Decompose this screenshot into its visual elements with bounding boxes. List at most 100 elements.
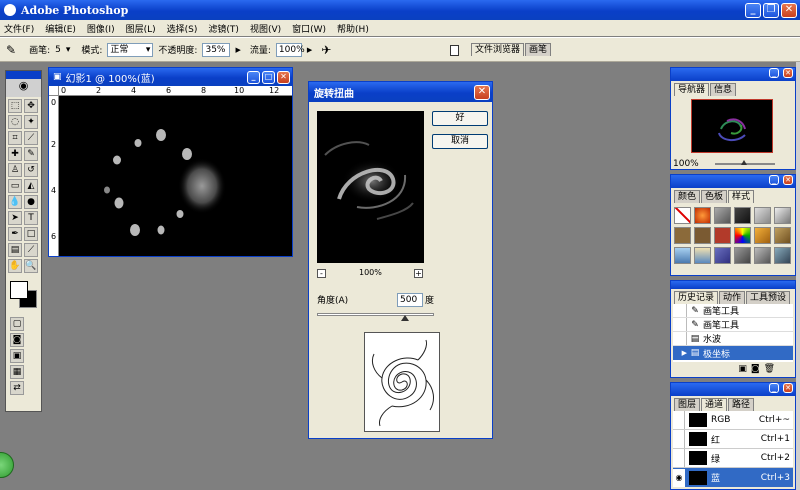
- menu-window[interactable]: 窗口(W): [292, 22, 326, 35]
- mode-select[interactable]: 正常 ▾: [107, 42, 154, 57]
- style-none[interactable]: [674, 207, 691, 224]
- healing-icon[interactable]: ✚: [8, 147, 22, 161]
- style-swatch[interactable]: [754, 247, 771, 264]
- style-swatch[interactable]: [774, 227, 791, 244]
- new-document-icon[interactable]: ▣: [738, 364, 747, 374]
- zoom-out-button[interactable]: -: [317, 269, 326, 278]
- crop-icon[interactable]: ⌗: [8, 131, 22, 145]
- standard-mode-icon[interactable]: ▢: [10, 317, 24, 331]
- list-item[interactable]: ✎ 画笔工具: [673, 304, 793, 318]
- eraser-icon[interactable]: ▭: [8, 179, 22, 193]
- angle-input[interactable]: 500: [397, 293, 423, 307]
- tab-tool-presets[interactable]: 工具预设: [746, 291, 791, 304]
- style-swatch[interactable]: [674, 227, 691, 244]
- ok-button[interactable]: 好: [432, 111, 488, 126]
- shape-icon[interactable]: □: [24, 227, 38, 241]
- style-swatch[interactable]: [714, 207, 731, 224]
- panel-close-button[interactable]: ✕: [783, 175, 793, 185]
- photoshop-eye-icon[interactable]: ◉: [6, 79, 41, 97]
- tab-color[interactable]: 颜色: [674, 190, 701, 203]
- panel-minimize-button[interactable]: _: [769, 68, 779, 78]
- brush-tool-icon[interactable]: ✎: [6, 43, 16, 57]
- style-swatch[interactable]: [714, 227, 731, 244]
- tab-channels[interactable]: 通道: [701, 398, 728, 411]
- opacity-input[interactable]: 35%: [202, 42, 231, 57]
- angle-slider-handle[interactable]: [400, 315, 409, 321]
- visibility-toggle[interactable]: [673, 430, 685, 448]
- arrow-right-icon[interactable]: ▶: [235, 46, 240, 54]
- visibility-toggle[interactable]: [673, 411, 685, 429]
- list-item-selected[interactable]: ▶ ▤ 极坐标: [673, 346, 793, 360]
- snapshot-icon[interactable]: ◙: [751, 364, 760, 374]
- navigator-zoom[interactable]: 100%: [673, 159, 699, 169]
- color-swatches[interactable]: [6, 279, 41, 315]
- channel-row-green[interactable]: 绿 Ctrl+2: [673, 449, 793, 468]
- style-swatch[interactable]: [694, 227, 711, 244]
- menu-image[interactable]: 图像(I): [87, 22, 115, 35]
- style-swatch[interactable]: [734, 247, 751, 264]
- style-swatch[interactable]: [734, 207, 751, 224]
- dialog-close-button[interactable]: ✕: [474, 84, 490, 100]
- style-swatch[interactable]: [714, 247, 731, 264]
- tab-navigator[interactable]: 导航器: [674, 83, 710, 96]
- menu-edit[interactable]: 编辑(E): [45, 22, 76, 35]
- tab-info[interactable]: 信息: [710, 83, 737, 96]
- close-button[interactable]: ✕: [781, 2, 797, 18]
- flow-input[interactable]: 100%: [275, 42, 305, 57]
- tab-history[interactable]: 历史记录: [674, 291, 719, 304]
- list-item[interactable]: ▤ 水波: [673, 332, 793, 346]
- screen-mode-2-icon[interactable]: ▦: [10, 365, 24, 379]
- doc-maximize-button[interactable]: □: [262, 70, 275, 84]
- dodge-icon[interactable]: ●: [24, 195, 38, 209]
- blur-icon[interactable]: 💧: [8, 195, 22, 209]
- visibility-toggle[interactable]: [673, 449, 685, 467]
- move-icon[interactable]: ✥: [24, 99, 38, 113]
- airbrush-icon[interactable]: ✈: [321, 43, 331, 57]
- right-edge-scrollbar[interactable]: [796, 62, 800, 490]
- foreground-color[interactable]: [10, 281, 28, 299]
- tab-brushes[interactable]: 画笔: [525, 43, 552, 56]
- navigator-thumbnail[interactable]: [691, 99, 773, 153]
- eye-icon[interactable]: ◉: [673, 468, 685, 487]
- lasso-icon[interactable]: ◌: [8, 115, 22, 129]
- eyedropper-icon[interactable]: ⟋: [24, 243, 38, 257]
- chevron-down-icon[interactable]: ▾: [66, 45, 71, 55]
- imageready-icon[interactable]: ⇄: [10, 381, 24, 395]
- channel-row-red[interactable]: 红 Ctrl+1: [673, 430, 793, 449]
- notes-icon[interactable]: ▤: [8, 243, 22, 257]
- panel-close-button[interactable]: ✕: [783, 68, 793, 78]
- bucket-icon[interactable]: ◭: [24, 179, 38, 193]
- style-swatch[interactable]: [774, 207, 791, 224]
- screen-mode-1-icon[interactable]: ▣: [10, 349, 24, 363]
- panel-close-button[interactable]: ✕: [783, 383, 793, 393]
- style-swatch[interactable]: [694, 207, 711, 224]
- zoom-in-button[interactable]: +: [414, 269, 423, 278]
- dialog-preview[interactable]: [317, 111, 424, 263]
- menu-layer[interactable]: 图层(L): [126, 22, 156, 35]
- start-button[interactable]: [0, 452, 14, 478]
- doc-minimize-button[interactable]: _: [247, 70, 260, 84]
- panel-minimize-button[interactable]: _: [769, 175, 779, 185]
- menu-filter[interactable]: 滤镜(T): [208, 22, 239, 35]
- quickmask-mode-icon[interactable]: ◙: [10, 333, 24, 347]
- history-brush-icon[interactable]: ↺: [24, 163, 38, 177]
- tab-actions[interactable]: 动作: [719, 291, 746, 304]
- tab-layers[interactable]: 图层: [674, 398, 701, 411]
- style-swatch[interactable]: [754, 207, 771, 224]
- magic-wand-icon[interactable]: ✦: [24, 115, 38, 129]
- brush-icon[interactable]: ✎: [24, 147, 38, 161]
- style-swatch[interactable]: [674, 247, 691, 264]
- style-swatch[interactable]: [734, 227, 751, 244]
- navigator-slider-handle[interactable]: [741, 160, 747, 165]
- stamp-icon[interactable]: ♙: [8, 163, 22, 177]
- list-item[interactable]: ✎ 画笔工具: [673, 318, 793, 332]
- style-swatch[interactable]: [754, 227, 771, 244]
- menu-view[interactable]: 视图(V): [250, 22, 281, 35]
- brush-size[interactable]: 5: [55, 45, 61, 55]
- angle-slider-track[interactable]: [317, 313, 434, 316]
- minimize-button[interactable]: _: [745, 2, 761, 18]
- path-select-icon[interactable]: ➤: [8, 211, 22, 225]
- type-icon[interactable]: T: [24, 211, 38, 225]
- tab-styles[interactable]: 样式: [728, 190, 755, 203]
- zoom-icon[interactable]: 🔍: [24, 259, 38, 273]
